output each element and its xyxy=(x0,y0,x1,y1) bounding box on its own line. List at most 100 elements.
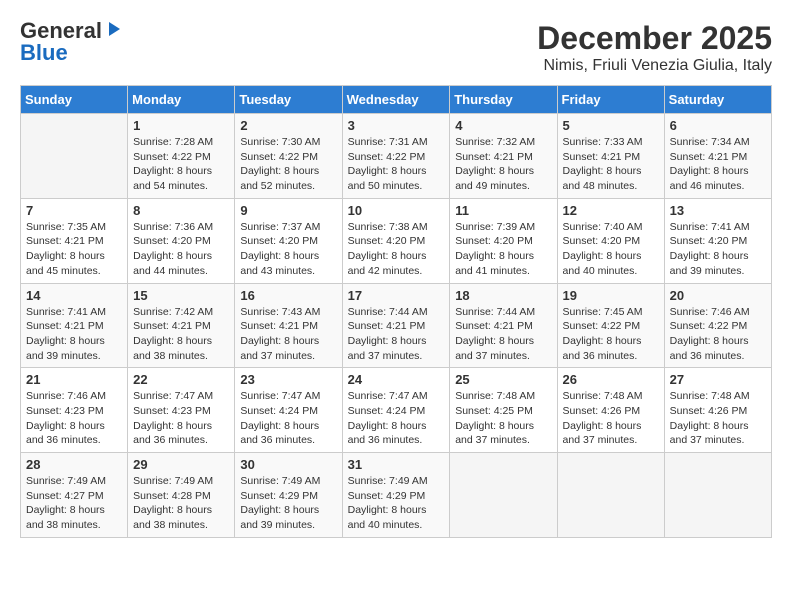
day-info: Sunrise: 7:30 AMSunset: 4:22 PMDaylight:… xyxy=(240,135,336,194)
calendar-cell: 2 Sunrise: 7:30 AMSunset: 4:22 PMDaylight… xyxy=(235,114,342,199)
day-number: 23 xyxy=(240,372,336,387)
day-info: Sunrise: 7:33 AMSunset: 4:21 PMDaylight:… xyxy=(563,135,659,194)
day-number: 28 xyxy=(26,457,122,472)
day-info: Sunrise: 7:37 AMSunset: 4:20 PMDaylight:… xyxy=(240,220,336,279)
calendar-cell: 29 Sunrise: 7:49 AMSunset: 4:28 PMDayligh… xyxy=(128,453,235,538)
calendar-table: SundayMondayTuesdayWednesdayThursdayFrid… xyxy=(20,85,772,538)
day-info: Sunrise: 7:49 AMSunset: 4:28 PMDaylight:… xyxy=(133,474,229,533)
header-friday: Friday xyxy=(557,86,664,114)
calendar-subtitle: Nimis, Friuli Venezia Giulia, Italy xyxy=(537,57,772,75)
calendar-week-row: 7 Sunrise: 7:35 AMSunset: 4:21 PMDaylight… xyxy=(21,198,772,283)
day-number: 29 xyxy=(133,457,229,472)
calendar-cell xyxy=(664,453,771,538)
day-info: Sunrise: 7:48 AMSunset: 4:26 PMDaylight:… xyxy=(563,389,659,448)
day-number: 1 xyxy=(133,118,229,133)
day-info: Sunrise: 7:42 AMSunset: 4:21 PMDaylight:… xyxy=(133,305,229,364)
calendar-week-row: 1 Sunrise: 7:28 AMSunset: 4:22 PMDaylight… xyxy=(21,114,772,199)
day-number: 9 xyxy=(240,203,336,218)
header-tuesday: Tuesday xyxy=(235,86,342,114)
day-number: 2 xyxy=(240,118,336,133)
day-number: 30 xyxy=(240,457,336,472)
calendar-cell: 21Sunrise: 7:46 AMSunset: 4:23 PMDayligh… xyxy=(21,368,128,453)
calendar-cell: 26 Sunrise: 7:48 AMSunset: 4:26 PMDayligh… xyxy=(557,368,664,453)
day-info: Sunrise: 7:47 AMSunset: 4:24 PMDaylight:… xyxy=(240,389,336,448)
calendar-cell: 3 Sunrise: 7:31 AMSunset: 4:22 PMDaylight… xyxy=(342,114,450,199)
day-number: 31 xyxy=(348,457,445,472)
calendar-cell: 12 Sunrise: 7:40 AMSunset: 4:20 PMDayligh… xyxy=(557,198,664,283)
calendar-cell: 1 Sunrise: 7:28 AMSunset: 4:22 PMDaylight… xyxy=(128,114,235,199)
day-number: 3 xyxy=(348,118,445,133)
logo-general-text: General xyxy=(20,20,102,42)
header-saturday: Saturday xyxy=(664,86,771,114)
day-number: 22 xyxy=(133,372,229,387)
day-number: 12 xyxy=(563,203,659,218)
day-info: Sunrise: 7:49 AMSunset: 4:29 PMDaylight:… xyxy=(348,474,445,533)
calendar-cell: 14Sunrise: 7:41 AMSunset: 4:21 PMDayligh… xyxy=(21,283,128,368)
day-number: 26 xyxy=(563,372,659,387)
calendar-title: December 2025 xyxy=(537,20,772,57)
calendar-cell: 7 Sunrise: 7:35 AMSunset: 4:21 PMDaylight… xyxy=(21,198,128,283)
day-info: Sunrise: 7:43 AMSunset: 4:21 PMDaylight:… xyxy=(240,305,336,364)
logo: General Blue xyxy=(20,20,122,64)
calendar-cell: 30 Sunrise: 7:49 AMSunset: 4:29 PMDayligh… xyxy=(235,453,342,538)
title-area: December 2025 Nimis, Friuli Venezia Giul… xyxy=(537,20,772,75)
day-number: 21 xyxy=(26,372,122,387)
day-number: 15 xyxy=(133,288,229,303)
calendar-cell: 20 Sunrise: 7:46 AMSunset: 4:22 PMDayligh… xyxy=(664,283,771,368)
calendar-cell xyxy=(21,114,128,199)
calendar-cell: 25Sunrise: 7:48 AMSunset: 4:25 PMDayligh… xyxy=(450,368,557,453)
calendar-cell: 8 Sunrise: 7:36 AMSunset: 4:20 PMDaylight… xyxy=(128,198,235,283)
calendar-cell xyxy=(557,453,664,538)
day-info: Sunrise: 7:48 AMSunset: 4:25 PMDaylight:… xyxy=(455,389,551,448)
calendar-cell: 11 Sunrise: 7:39 AMSunset: 4:20 PMDayligh… xyxy=(450,198,557,283)
day-info: Sunrise: 7:49 AMSunset: 4:29 PMDaylight:… xyxy=(240,474,336,533)
calendar-cell: 15 Sunrise: 7:42 AMSunset: 4:21 PMDayligh… xyxy=(128,283,235,368)
day-info: Sunrise: 7:35 AMSunset: 4:21 PMDaylight:… xyxy=(26,220,122,279)
calendar-cell: 16Sunrise: 7:43 AMSunset: 4:21 PMDayligh… xyxy=(235,283,342,368)
calendar-cell: 13 Sunrise: 7:41 AMSunset: 4:20 PMDayligh… xyxy=(664,198,771,283)
day-info: Sunrise: 7:48 AMSunset: 4:26 PMDaylight:… xyxy=(670,389,766,448)
day-info: Sunrise: 7:47 AMSunset: 4:23 PMDaylight:… xyxy=(133,389,229,448)
day-info: Sunrise: 7:41 AMSunset: 4:20 PMDaylight:… xyxy=(670,220,766,279)
header-wednesday: Wednesday xyxy=(342,86,450,114)
day-info: Sunrise: 7:46 AMSunset: 4:22 PMDaylight:… xyxy=(670,305,766,364)
logo-triangle-icon xyxy=(104,20,122,38)
calendar-cell: 4Sunrise: 7:32 AMSunset: 4:21 PMDaylight… xyxy=(450,114,557,199)
calendar-cell xyxy=(450,453,557,538)
calendar-cell: 31 Sunrise: 7:49 AMSunset: 4:29 PMDayligh… xyxy=(342,453,450,538)
calendar-cell: 17Sunrise: 7:44 AMSunset: 4:21 PMDayligh… xyxy=(342,283,450,368)
day-number: 13 xyxy=(670,203,766,218)
day-info: Sunrise: 7:39 AMSunset: 4:20 PMDaylight:… xyxy=(455,220,551,279)
header: General Blue December 2025 Nimis, Friuli… xyxy=(20,20,772,75)
day-number: 20 xyxy=(670,288,766,303)
day-number: 19 xyxy=(563,288,659,303)
day-number: 10 xyxy=(348,203,445,218)
calendar-week-row: 28Sunrise: 7:49 AMSunset: 4:27 PMDayligh… xyxy=(21,453,772,538)
calendar-cell: 5Sunrise: 7:33 AMSunset: 4:21 PMDaylight… xyxy=(557,114,664,199)
day-number: 11 xyxy=(455,203,551,218)
header-thursday: Thursday xyxy=(450,86,557,114)
logo-blue-text: Blue xyxy=(20,42,68,64)
day-info: Sunrise: 7:38 AMSunset: 4:20 PMDaylight:… xyxy=(348,220,445,279)
day-number: 4 xyxy=(455,118,551,133)
calendar-cell: 28Sunrise: 7:49 AMSunset: 4:27 PMDayligh… xyxy=(21,453,128,538)
day-info: Sunrise: 7:28 AMSunset: 4:22 PMDaylight:… xyxy=(133,135,229,194)
day-number: 17 xyxy=(348,288,445,303)
calendar-cell: 18Sunrise: 7:44 AMSunset: 4:21 PMDayligh… xyxy=(450,283,557,368)
day-info: Sunrise: 7:40 AMSunset: 4:20 PMDaylight:… xyxy=(563,220,659,279)
day-number: 18 xyxy=(455,288,551,303)
day-number: 7 xyxy=(26,203,122,218)
day-info: Sunrise: 7:36 AMSunset: 4:20 PMDaylight:… xyxy=(133,220,229,279)
day-number: 8 xyxy=(133,203,229,218)
calendar-cell: 19Sunrise: 7:45 AMSunset: 4:22 PMDayligh… xyxy=(557,283,664,368)
day-info: Sunrise: 7:41 AMSunset: 4:21 PMDaylight:… xyxy=(26,305,122,364)
calendar-cell: 23 Sunrise: 7:47 AMSunset: 4:24 PMDayligh… xyxy=(235,368,342,453)
header-sunday: Sunday xyxy=(21,86,128,114)
calendar-cell: 6Sunrise: 7:34 AMSunset: 4:21 PMDaylight… xyxy=(664,114,771,199)
day-number: 24 xyxy=(348,372,445,387)
calendar-cell: 9 Sunrise: 7:37 AMSunset: 4:20 PMDaylight… xyxy=(235,198,342,283)
day-info: Sunrise: 7:31 AMSunset: 4:22 PMDaylight:… xyxy=(348,135,445,194)
calendar-header-row: SundayMondayTuesdayWednesdayThursdayFrid… xyxy=(21,86,772,114)
calendar-cell: 22 Sunrise: 7:47 AMSunset: 4:23 PMDayligh… xyxy=(128,368,235,453)
calendar-week-row: 14Sunrise: 7:41 AMSunset: 4:21 PMDayligh… xyxy=(21,283,772,368)
